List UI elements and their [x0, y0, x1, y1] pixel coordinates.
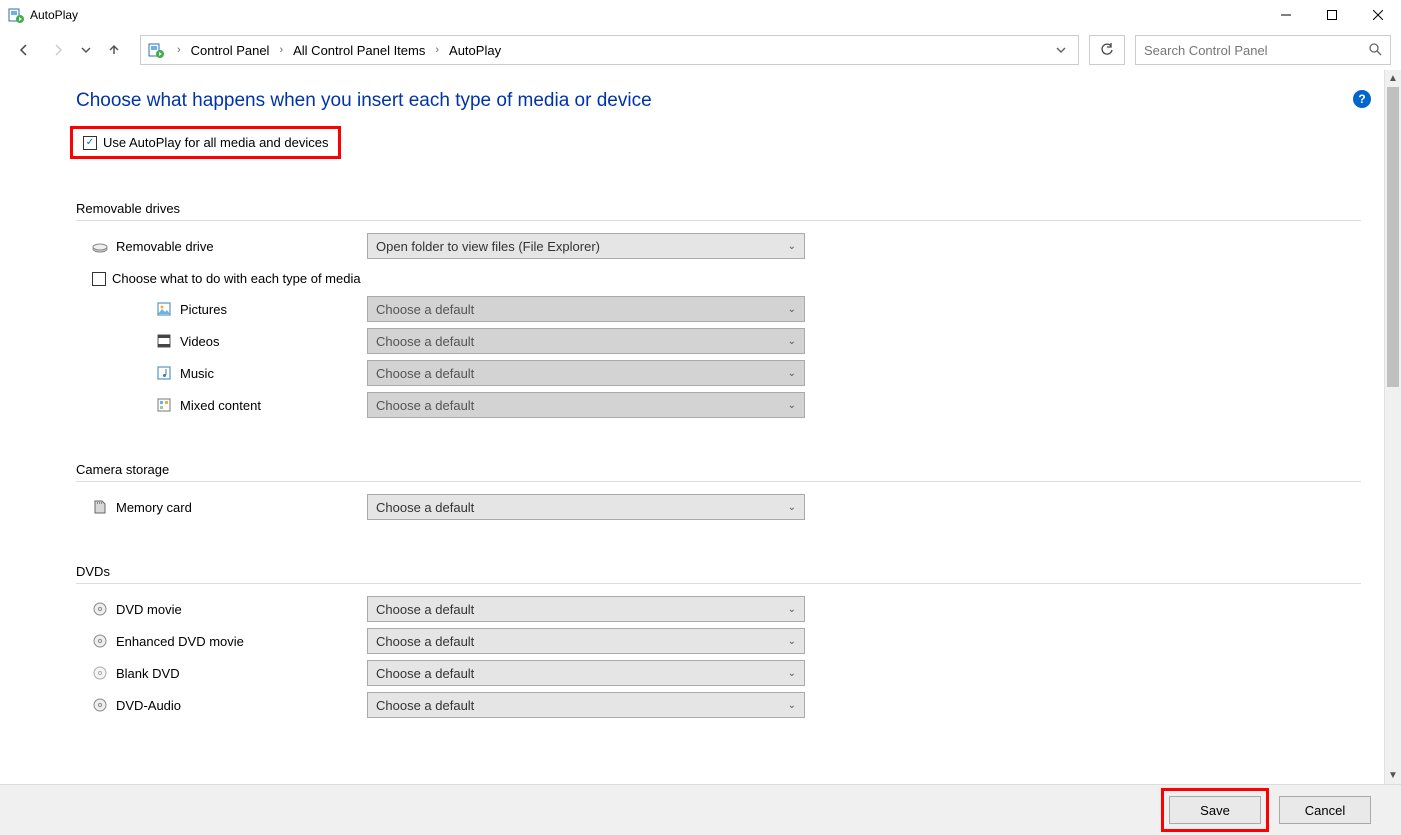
title-bar: AutoPlay [0, 0, 1401, 30]
enhanced-dvd-dropdown[interactable]: Choose a default ⌄ [367, 628, 805, 654]
videos-label: Videos [156, 333, 367, 349]
choose-each-type-checkbox[interactable] [92, 272, 106, 286]
chevron-down-icon: ⌄ [788, 241, 796, 252]
chevron-right-icon[interactable]: › [173, 44, 185, 56]
vertical-scrollbar[interactable]: ▲ ▼ [1384, 70, 1401, 784]
window-title: AutoPlay [30, 8, 78, 22]
music-icon [156, 365, 172, 381]
blank-dvd-label: Blank DVD [92, 665, 367, 681]
up-button[interactable] [100, 36, 128, 64]
removable-drive-icon [92, 238, 108, 254]
disc-icon [92, 665, 108, 681]
breadcrumb-item[interactable]: AutoPlay [447, 41, 503, 60]
chevron-down-icon: ⌄ [788, 368, 796, 379]
removable-drive-dropdown[interactable]: Open folder to view files (File Explorer… [367, 233, 805, 259]
search-icon [1368, 42, 1382, 59]
search-input[interactable]: Search Control Panel [1135, 35, 1391, 65]
refresh-button[interactable] [1089, 35, 1125, 65]
divider [76, 220, 1361, 221]
music-dropdown[interactable]: Choose a default ⌄ [367, 360, 805, 386]
scroll-down-arrow[interactable]: ▼ [1385, 767, 1401, 784]
breadcrumb[interactable]: › Control Panel › All Control Panel Item… [140, 35, 1079, 65]
chevron-down-icon: ⌄ [788, 400, 796, 411]
breadcrumb-item[interactable]: All Control Panel Items [291, 41, 427, 60]
chevron-down-icon: ⌄ [788, 668, 796, 679]
videos-dropdown[interactable]: Choose a default ⌄ [367, 328, 805, 354]
save-button[interactable]: Save [1169, 796, 1261, 824]
pictures-icon [156, 301, 172, 317]
chevron-right-icon[interactable]: › [275, 44, 287, 56]
mixed-content-icon [156, 397, 172, 413]
cancel-button[interactable]: Cancel [1279, 796, 1371, 824]
music-label: Music [156, 365, 367, 381]
help-icon[interactable]: ? [1353, 90, 1371, 108]
recent-locations-button[interactable] [78, 36, 94, 64]
section-heading-camera: Camera storage [76, 462, 1361, 477]
disc-icon [92, 633, 108, 649]
memory-card-label: Memory card [92, 499, 367, 515]
disc-icon [92, 697, 108, 713]
disc-icon [92, 601, 108, 617]
pictures-label: Pictures [156, 301, 367, 317]
divider [76, 481, 1361, 482]
chevron-down-icon[interactable] [1056, 43, 1066, 58]
highlight-master-checkbox: ✓ Use AutoPlay for all media and devices [70, 126, 341, 159]
memory-card-icon [92, 499, 108, 515]
autoplay-breadcrumb-icon [147, 41, 165, 59]
videos-icon [156, 333, 172, 349]
enhanced-dvd-label: Enhanced DVD movie [92, 633, 367, 649]
chevron-down-icon: ⌄ [788, 700, 796, 711]
dvd-audio-label: DVD-Audio [92, 697, 367, 713]
chevron-down-icon: ⌄ [788, 604, 796, 615]
choose-each-type-label: Choose what to do with each type of medi… [112, 271, 361, 286]
search-placeholder: Search Control Panel [1144, 43, 1368, 58]
pictures-dropdown[interactable]: Choose a default ⌄ [367, 296, 805, 322]
dvd-movie-dropdown[interactable]: Choose a default ⌄ [367, 596, 805, 622]
navigation-bar: › Control Panel › All Control Panel Item… [0, 30, 1401, 70]
breadcrumb-item[interactable]: Control Panel [189, 41, 272, 60]
footer: Save Cancel [0, 784, 1401, 835]
blank-dvd-dropdown[interactable]: Choose a default ⌄ [367, 660, 805, 686]
chevron-down-icon: ⌄ [788, 502, 796, 513]
chevron-down-icon: ⌄ [788, 636, 796, 647]
mixed-content-dropdown[interactable]: Choose a default ⌄ [367, 392, 805, 418]
content-area: ? Choose what happens when you insert ea… [0, 70, 1401, 784]
section-heading-dvds: DVDs [76, 564, 1361, 579]
removable-drive-label: Removable drive [92, 238, 367, 254]
dvd-audio-dropdown[interactable]: Choose a default ⌄ [367, 692, 805, 718]
maximize-button[interactable] [1309, 0, 1355, 30]
chevron-down-icon: ⌄ [788, 304, 796, 315]
dvd-movie-label: DVD movie [92, 601, 367, 617]
chevron-down-icon: ⌄ [788, 336, 796, 347]
mixed-content-label: Mixed content [156, 397, 367, 413]
minimize-button[interactable] [1263, 0, 1309, 30]
memory-card-dropdown[interactable]: Choose a default ⌄ [367, 494, 805, 520]
scroll-up-arrow[interactable]: ▲ [1385, 70, 1401, 87]
scroll-thumb[interactable] [1387, 87, 1399, 387]
page-title: Choose what happens when you insert each… [76, 90, 1361, 112]
forward-button[interactable] [44, 36, 72, 64]
divider [76, 583, 1361, 584]
use-autoplay-label: Use AutoPlay for all media and devices [103, 135, 328, 150]
back-button[interactable] [10, 36, 38, 64]
use-autoplay-checkbox[interactable]: ✓ [83, 136, 97, 150]
section-heading-removable: Removable drives [76, 201, 1361, 216]
close-button[interactable] [1355, 0, 1401, 30]
highlight-save: Save [1161, 788, 1269, 832]
chevron-right-icon[interactable]: › [431, 44, 443, 56]
autoplay-app-icon [8, 7, 24, 23]
